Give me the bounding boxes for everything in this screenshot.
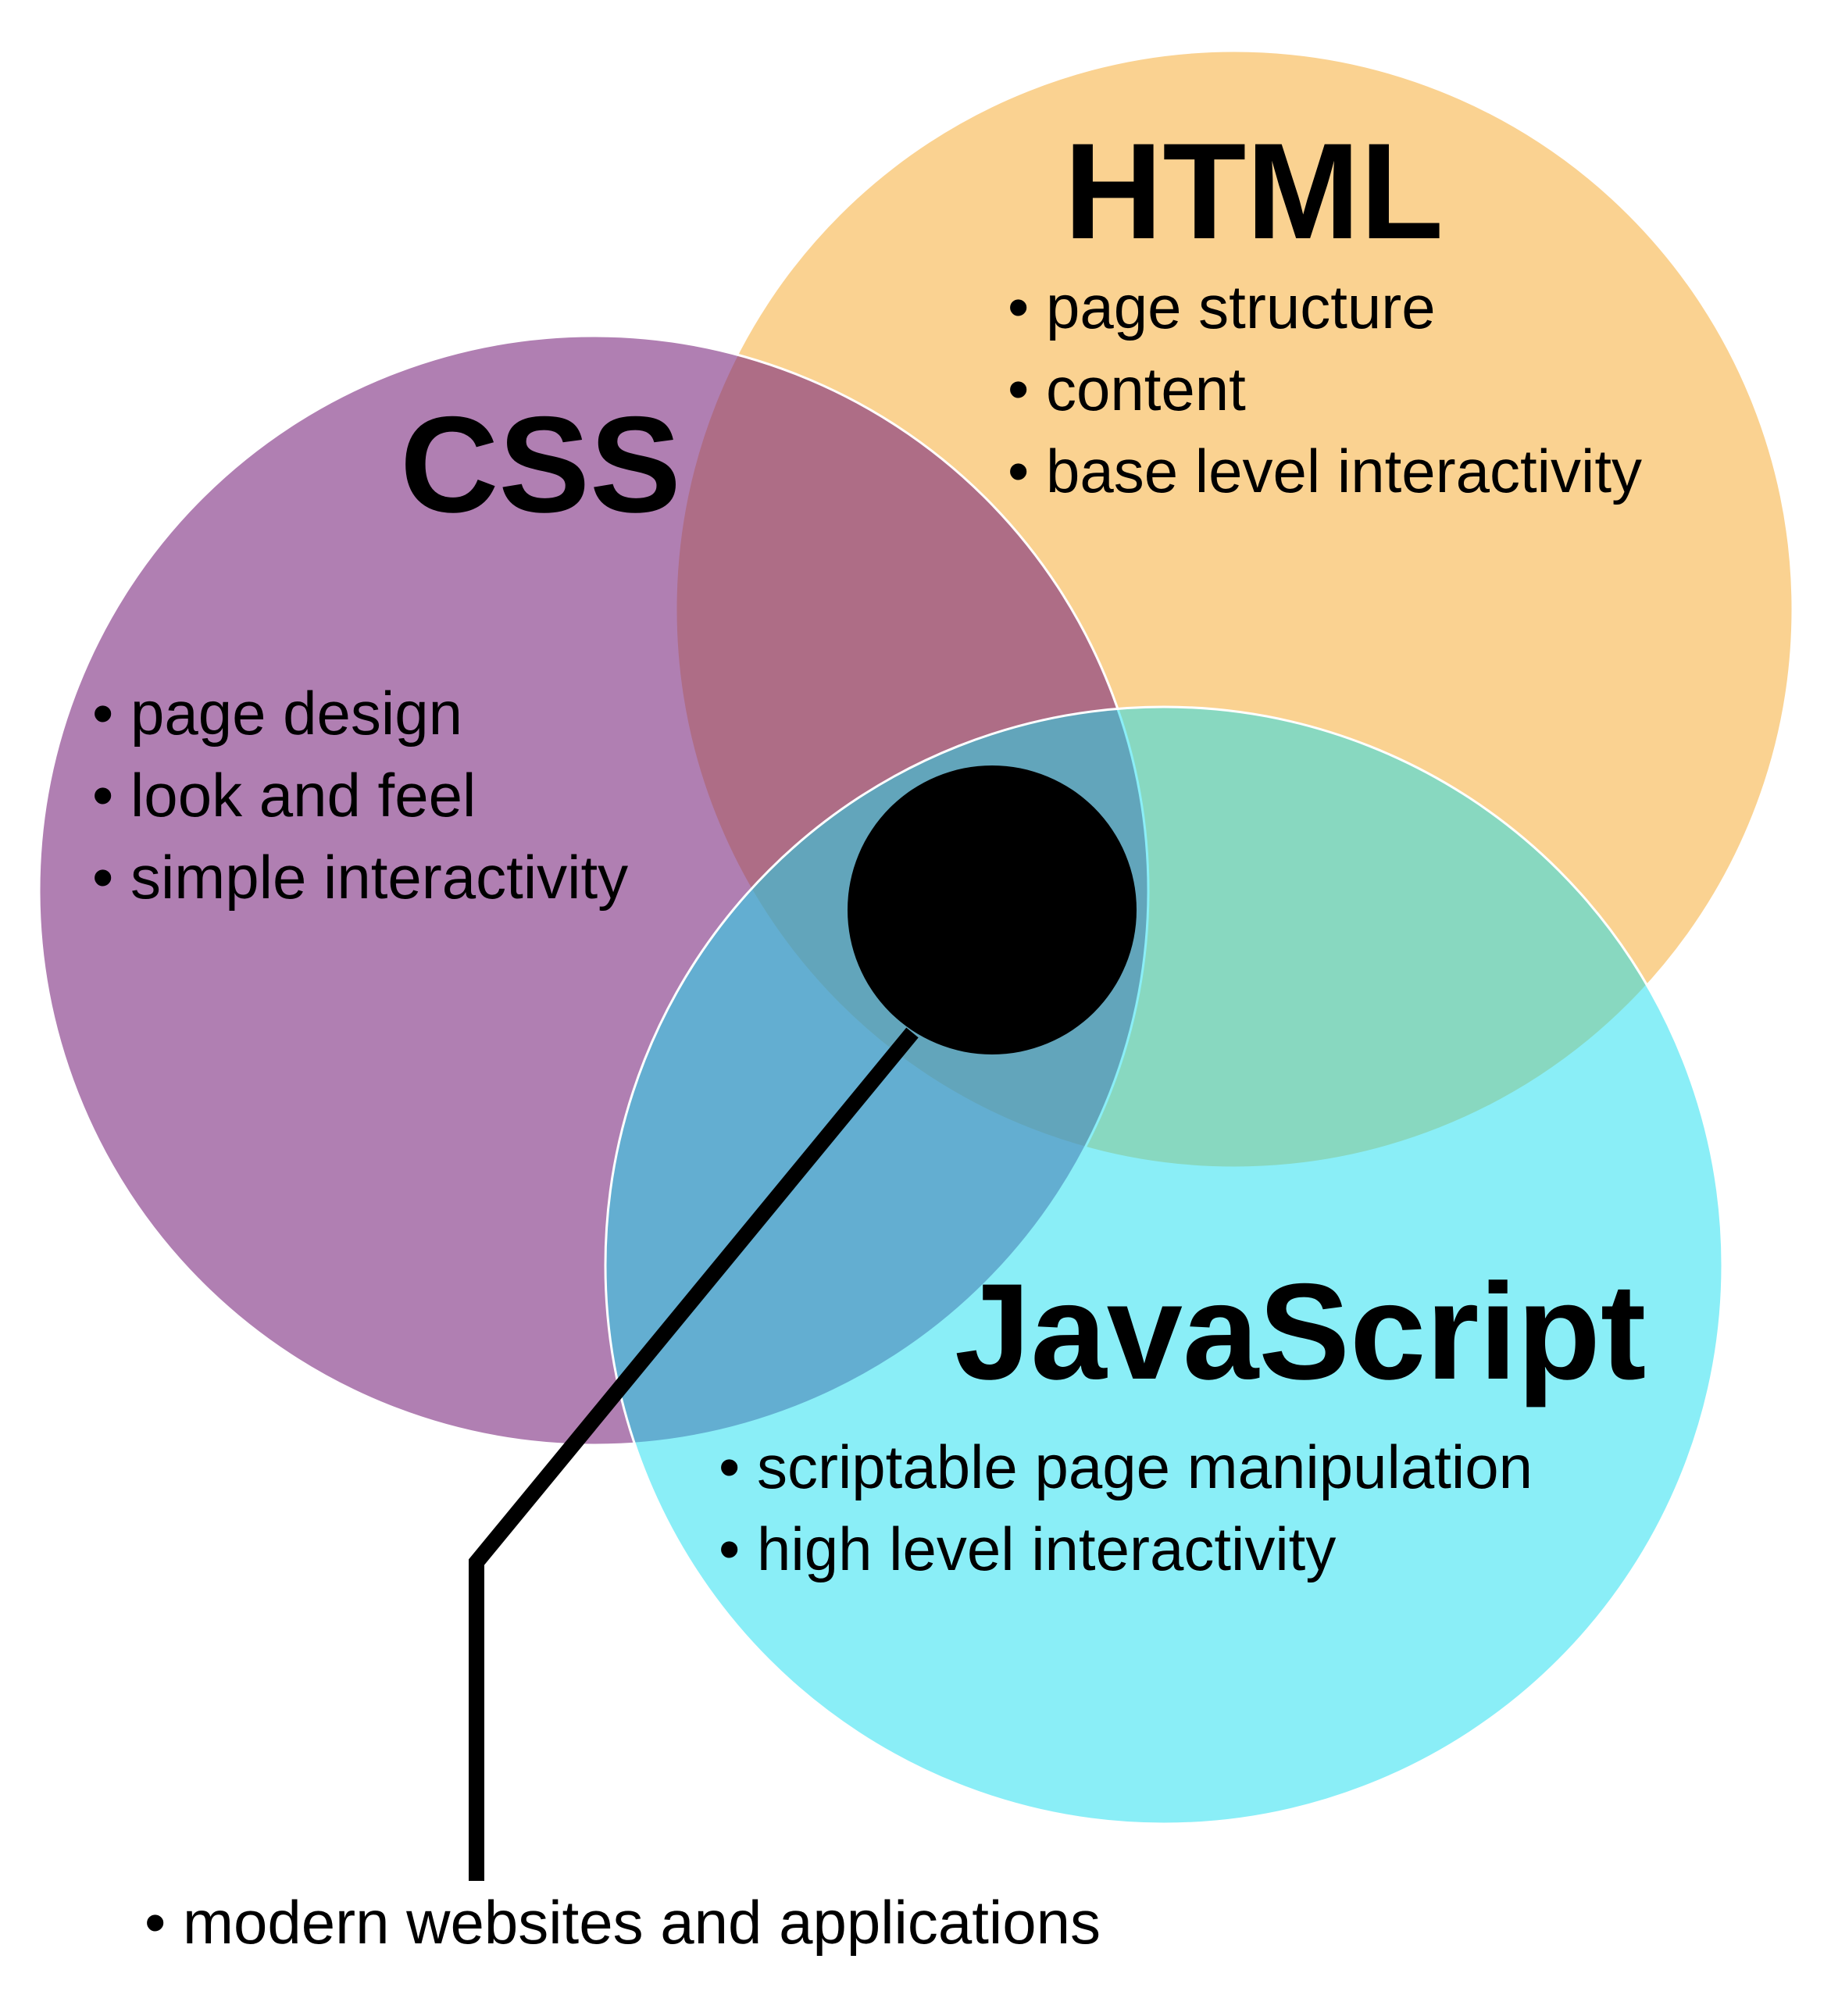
html-title: HTML — [1064, 116, 1444, 268]
css-item-1: • page design — [92, 679, 462, 748]
html-item-2: • content — [1008, 355, 1246, 423]
css-item-2: • look and feel — [92, 761, 476, 830]
venn-diagram: HTML • page structure • content • base l… — [37, 49, 1794, 1957]
css-title: CSS — [400, 389, 681, 541]
html-item-1: • page structure — [1008, 273, 1436, 341]
intersection-dot — [848, 765, 1137, 1054]
javascript-item-1: • scriptable page manipulation — [719, 1433, 1533, 1501]
html-item-3: • base level interactivity — [1008, 437, 1642, 505]
javascript-title: JavaScript — [955, 1256, 1646, 1408]
css-item-3: • simple interactivity — [92, 843, 628, 912]
javascript-item-2: • high level interactivity — [719, 1515, 1336, 1583]
intersection-label: • modern websites and applications — [145, 1888, 1101, 1957]
